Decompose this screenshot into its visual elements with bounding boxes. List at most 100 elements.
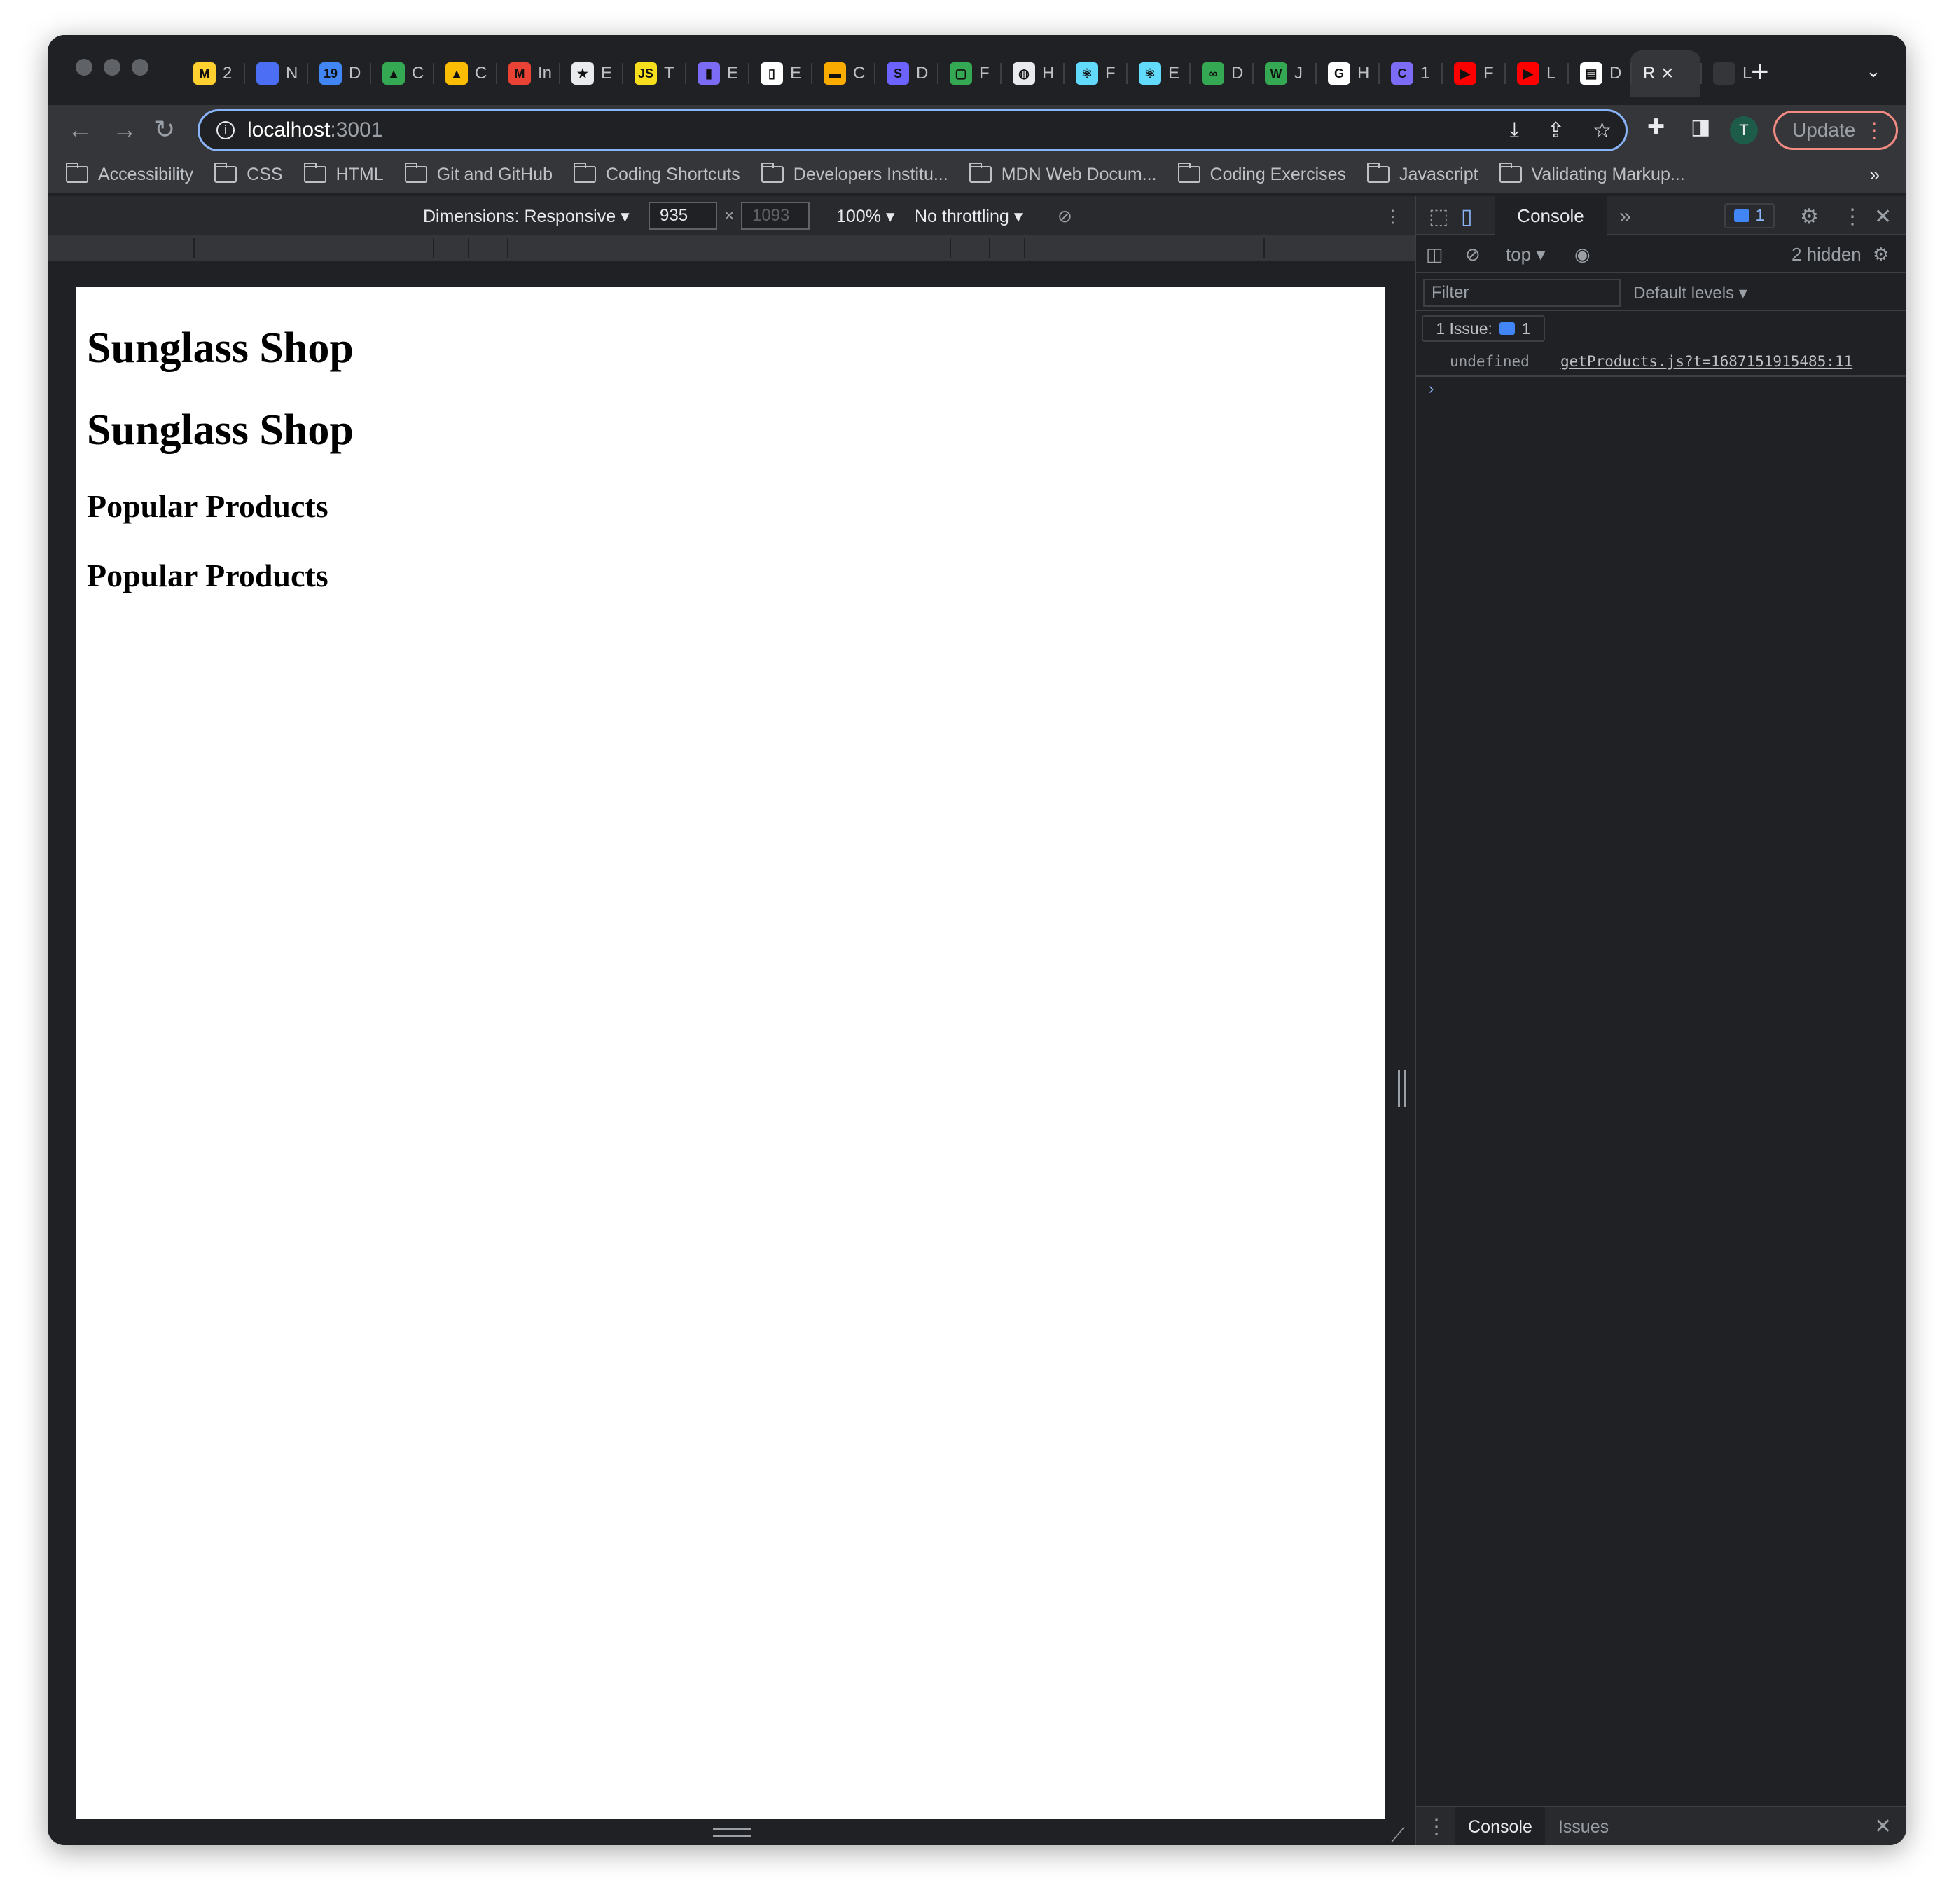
issues-link[interactable]: 1 Issue: 1 (1422, 315, 1545, 342)
bookmark-folder[interactable]: Javascript (1367, 163, 1478, 185)
console-prompt[interactable]: › (1429, 380, 1434, 398)
tab-title: 2 (223, 64, 233, 83)
new-tab-button[interactable]: + (1751, 55, 1769, 90)
bookmark-folder[interactable]: Coding Shortcuts (573, 163, 740, 185)
inspect-element-icon[interactable]: ⬚ (1429, 205, 1448, 229)
install-app-icon[interactable]: ⤓ (1510, 118, 1519, 143)
throttling-dropdown[interactable]: No throttling ▾ (915, 206, 1023, 227)
drawer-tab-issues[interactable]: Issues (1545, 1807, 1622, 1845)
browser-tab[interactable]: ▯ E (748, 50, 811, 97)
console-settings-gear-icon[interactable]: ⚙ (1873, 244, 1889, 265)
browser-tab[interactable]: ▶ F (1441, 50, 1504, 97)
share-icon[interactable]: ⇪ (1547, 118, 1565, 143)
back-arrow-icon[interactable]: ← (67, 115, 92, 144)
bookmark-folder[interactable]: Git and GitHub (404, 163, 553, 185)
close-devtools-icon[interactable]: ✕ (1874, 205, 1892, 229)
close-window-button[interactable] (76, 59, 92, 76)
media-query-segment[interactable] (469, 238, 508, 258)
drawer-menu-icon[interactable]: ⋮ (1426, 1814, 1447, 1839)
browser-tab[interactable]: N (244, 50, 307, 97)
bookmark-folder[interactable]: Accessibility (66, 163, 193, 185)
browser-tab[interactable]: M In (496, 50, 559, 97)
reload-icon[interactable]: ↻ (154, 115, 175, 144)
media-query-bar[interactable] (48, 235, 1465, 261)
extensions-puzzle-icon[interactable]: ✚ (1647, 115, 1665, 139)
browser-tab[interactable]: ▢ F (937, 50, 1000, 97)
browser-tab[interactable]: WJ (1252, 50, 1315, 97)
browser-tab[interactable]: JS T (622, 50, 685, 97)
tab-search-chevron-icon[interactable]: ⌄ (1866, 60, 1881, 82)
browser-tab[interactable]: R × (1630, 50, 1700, 97)
browser-tab[interactable]: ⚛ E (1126, 50, 1189, 97)
browser-tab[interactable]: ▲ C (370, 50, 433, 97)
resize-corner-icon[interactable]: ⟋ (1391, 1824, 1405, 1845)
console-filter-input[interactable]: Filter (1423, 279, 1621, 307)
forward-arrow-icon[interactable]: → (112, 115, 137, 144)
browser-tab[interactable]: SD (874, 50, 937, 97)
update-button[interactable]: Update ⋮ (1773, 111, 1898, 150)
log-levels-dropdown[interactable]: Default levels ▾ (1633, 283, 1747, 303)
media-query-segment[interactable] (1025, 238, 1265, 258)
browser-tab[interactable]: 19 D (307, 50, 370, 97)
devtools-menu-icon[interactable]: ⋮ (1842, 205, 1863, 229)
live-expression-eye-icon[interactable]: ◉ (1574, 244, 1591, 265)
media-query-segment[interactable] (990, 238, 1025, 258)
browser-tab[interactable]: ▶ L (1504, 50, 1567, 97)
browser-tab[interactable]: ∞ D (1189, 50, 1252, 97)
browser-tab[interactable]: GH (1315, 50, 1378, 97)
clear-console-icon[interactable]: ⊘ (1465, 244, 1481, 265)
resize-handle-right[interactable] (1398, 1070, 1406, 1107)
side-panel-icon[interactable]: ◨ (1691, 115, 1710, 139)
browser-tab[interactable]: ▬ C (811, 50, 874, 97)
minimize-window-button[interactable] (104, 59, 120, 76)
browser-tab[interactable]: ★ E (559, 50, 622, 97)
address-bar[interactable]: i localhost:3001 ⤓ ⇪ ☆ (198, 109, 1628, 151)
bookmark-folder[interactable]: Developers Institu... (761, 163, 948, 185)
close-drawer-icon[interactable]: ✕ (1874, 1814, 1892, 1839)
media-query-segment[interactable] (434, 238, 469, 258)
bookmark-folder[interactable]: Coding Exercises (1177, 163, 1346, 185)
sidebar-toggle-icon[interactable]: ◫ (1426, 244, 1443, 265)
bookmark-star-icon[interactable]: ☆ (1593, 118, 1612, 143)
close-tab-icon[interactable]: × (1661, 62, 1674, 85)
drive-icon: ▲ (445, 62, 468, 85)
zoom-dropdown[interactable]: 100% ▾ (836, 206, 894, 227)
settings-gear-icon[interactable]: ⚙ (1800, 205, 1819, 229)
resize-handle-bottom[interactable] (713, 1828, 751, 1837)
profile-avatar[interactable]: T (1730, 116, 1758, 144)
browser-tab[interactable]: ▲ C (433, 50, 496, 97)
more-tabs-icon[interactable]: » (1619, 205, 1631, 228)
bookmark-folder[interactable]: HTML (303, 163, 384, 185)
device-toolbar-menu-icon[interactable]: ⋮ (1384, 206, 1401, 227)
browser-tab[interactable]: ⚛ F (1063, 50, 1126, 97)
browser-tab[interactable]: C1 (1378, 50, 1441, 97)
dimensions-dropdown[interactable]: Dimensions: Responsive ▾ (423, 206, 630, 227)
tab-console[interactable]: Console (1495, 196, 1607, 235)
throttling-label: No throttling (915, 207, 1009, 226)
rotate-icon[interactable]: ⊘ (1058, 206, 1072, 227)
page-viewport: Sunglass Shop Sunglass Shop Popular Produc… (76, 287, 1385, 1819)
viewport-height-input[interactable]: 1093 (741, 202, 810, 230)
tab-title: H (1042, 64, 1055, 83)
issues-badge[interactable]: 1 (1724, 203, 1775, 228)
zoom-window-button[interactable] (132, 59, 148, 76)
media-query-segment[interactable] (508, 238, 951, 258)
bookmark-folder[interactable]: CSS (214, 163, 283, 185)
google-icon: G (1328, 62, 1350, 85)
bookmarks-overflow-button[interactable]: » (1870, 164, 1880, 186)
browser-tab[interactable]: ▤ D (1567, 50, 1630, 97)
site-info-icon[interactable]: i (216, 121, 235, 139)
media-query-segment[interactable] (951, 238, 990, 258)
bookmark-folder[interactable]: Validating Markup... (1499, 163, 1685, 185)
log-source-link[interactable]: getProducts.js?t=1687151915485:11 (1560, 353, 1852, 370)
media-query-segment[interactable] (195, 238, 434, 258)
browser-tab[interactable]: M2 (181, 50, 244, 97)
viewport-width-input[interactable]: 935 (649, 202, 717, 230)
browser-tab[interactable]: ◍ H (1000, 50, 1063, 97)
media-query-segment[interactable] (48, 238, 195, 258)
device-toggle-icon[interactable]: ▯ (1461, 205, 1473, 229)
drawer-tab-console[interactable]: Console (1455, 1807, 1545, 1845)
bookmark-folder[interactable]: MDN Web Docum... (969, 163, 1157, 185)
browser-tab[interactable]: ▮ E (685, 50, 748, 97)
context-selector[interactable]: top ▾ (1506, 244, 1545, 265)
